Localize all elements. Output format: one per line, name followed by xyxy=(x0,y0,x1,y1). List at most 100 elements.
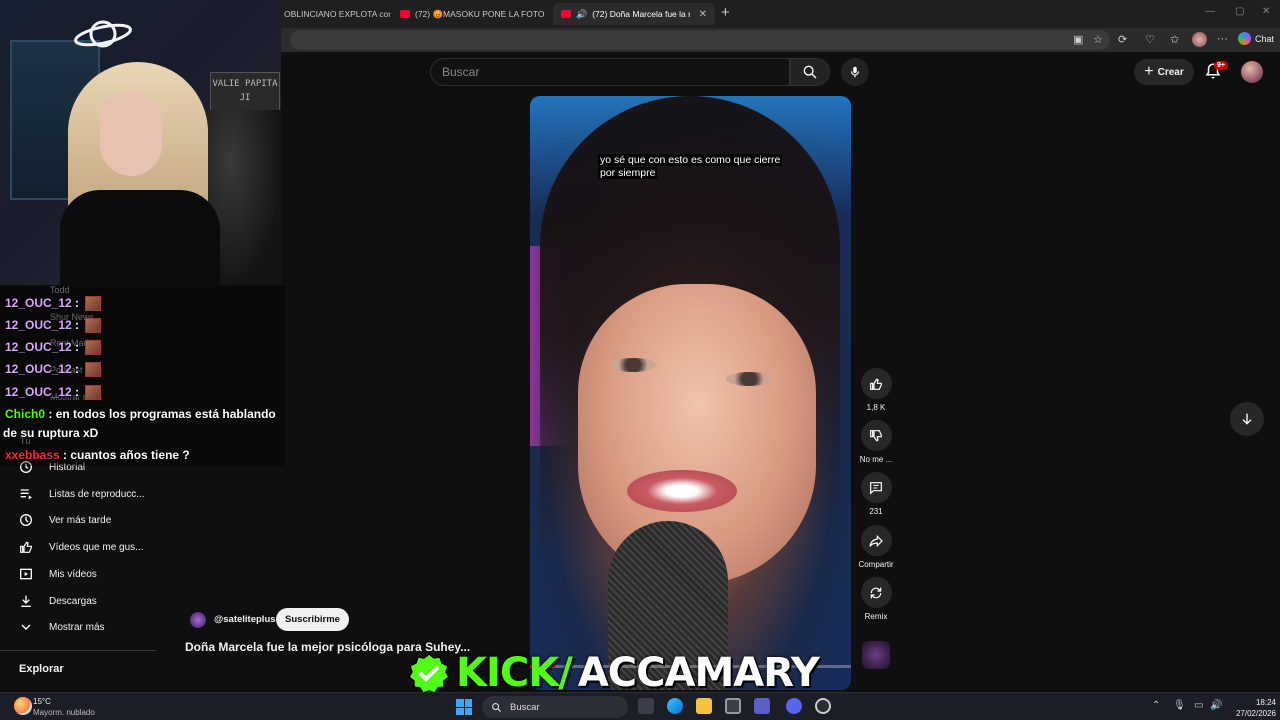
thumbs-down-icon xyxy=(870,429,882,441)
search-icon xyxy=(803,65,817,79)
chat-emote xyxy=(85,362,102,378)
extensions-icon[interactable]: ⟳ xyxy=(1118,33,1127,46)
notification-badge: 9+ xyxy=(1214,61,1228,70)
browser-tab-active[interactable]: 🔊 (72) Doña Marcela fue la mejo... ✕ xyxy=(553,3,715,25)
obs-icon[interactable] xyxy=(815,698,831,714)
store-icon[interactable] xyxy=(725,698,741,714)
search-input[interactable]: Buscar xyxy=(430,58,790,86)
youtube-favicon-icon xyxy=(400,10,410,18)
next-short-button[interactable] xyxy=(1230,402,1264,436)
video-person-mouth xyxy=(627,470,737,512)
weather-description: Mayorm. nublado xyxy=(33,708,95,717)
taskbar-search[interactable]: Buscar xyxy=(482,696,628,718)
address-bar[interactable] xyxy=(290,30,1110,50)
chat-emote xyxy=(85,385,102,401)
new-tab-button[interactable]: + xyxy=(721,4,730,21)
streamer-body xyxy=(60,190,220,285)
faded-sidebar-text: Todd xyxy=(50,285,70,295)
speaker-icon[interactable]: 🔊 xyxy=(576,9,587,20)
dislike-label: No me ... xyxy=(859,455,893,464)
tab-title: OBLINCIANO EXPLOTA cont... xyxy=(284,9,390,19)
profile-avatar[interactable] xyxy=(1192,32,1207,47)
browser-tab[interactable]: (72) 😡MASOKU PONE LA FOTO ✕ xyxy=(392,3,552,25)
chat-text: de su ruptura xD xyxy=(3,426,99,440)
volume-icon[interactable]: 🔊 xyxy=(1210,700,1222,711)
more-menu-icon[interactable]: ··· xyxy=(1217,33,1228,45)
file-explorer-icon[interactable] xyxy=(696,698,712,714)
like-icon xyxy=(20,541,32,553)
streamer-webcam: VALIE PAPITA JI xyxy=(0,0,281,285)
chat-message: 12_OUC_12 : xyxy=(5,296,102,312)
sound-thumbnail[interactable] xyxy=(862,641,890,669)
search-icon xyxy=(492,702,502,712)
channel-avatar[interactable] xyxy=(190,612,206,628)
dislike-button[interactable]: No me ... xyxy=(858,420,894,464)
sidebar-item-label: Descargas xyxy=(49,595,97,607)
download-icon xyxy=(21,595,31,607)
weather-icon[interactable] xyxy=(14,697,32,715)
favorite-star-icon[interactable]: ☆ xyxy=(1093,33,1103,46)
subscribe-button[interactable]: Suscribirme xyxy=(276,608,349,631)
microphone-icon xyxy=(850,66,860,78)
tab-title: (72) Doña Marcela fue la mejo... xyxy=(592,9,689,19)
close-tab-icon[interactable]: ✕ xyxy=(699,9,707,20)
comments-button[interactable]: 231 xyxy=(858,472,894,516)
sidebar-item-my-videos[interactable]: Mis vídeos xyxy=(18,563,97,585)
youtube-favicon-icon xyxy=(561,10,571,18)
subtitle-text: yo sé que con esto es como que cierre po… xyxy=(598,154,783,179)
sidebar-item-label: Ver más tarde xyxy=(49,514,112,526)
copilot-chat-button[interactable]: Chat xyxy=(1238,32,1274,45)
teams-icon[interactable] xyxy=(754,698,770,714)
search-button[interactable] xyxy=(790,58,830,86)
taskbar-clock[interactable]: 18:24 27/02/2026 xyxy=(1226,697,1276,719)
network-icon[interactable]: ▭ xyxy=(1194,700,1203,711)
sidebar-item-show-more[interactable]: Mostrar más xyxy=(18,616,105,638)
chat-message: 12_OUC_12 : xyxy=(5,340,102,356)
clock-icon xyxy=(20,514,32,526)
thumbs-up-icon xyxy=(870,378,882,390)
start-button[interactable] xyxy=(456,699,472,715)
taskbar-search-label: Buscar xyxy=(510,701,540,713)
sidebar-item-label: Mostrar más xyxy=(49,621,105,633)
sidebar-item-playlists[interactable]: Listas de reproducc... xyxy=(18,483,145,505)
browser-essentials-icon[interactable]: ♡ xyxy=(1145,33,1155,46)
task-view-icon[interactable] xyxy=(638,698,654,714)
split-screen-icon[interactable]: ▣ xyxy=(1073,33,1083,46)
chat-emote xyxy=(85,318,102,334)
edge-browser-icon[interactable] xyxy=(667,698,683,714)
short-video-player[interactable]: yo sé que con esto es como que cierre po… xyxy=(530,96,851,690)
maximize-icon[interactable]: ▢ xyxy=(1235,6,1244,17)
watermark-channel: ACCAMARY xyxy=(577,650,820,696)
channel-name[interactable]: @sateliteplus xyxy=(214,614,276,625)
like-button[interactable]: 1,8 K xyxy=(858,368,894,412)
close-window-icon[interactable]: ✕ xyxy=(1262,6,1270,17)
sidebar-divider xyxy=(0,650,156,651)
share-icon xyxy=(869,534,883,547)
discord-icon[interactable] xyxy=(786,698,802,714)
sidebar-item-watch-later[interactable]: Ver más tarde xyxy=(18,509,111,531)
sidebar-item-label: Mis vídeos xyxy=(49,568,97,580)
favorites-icon[interactable]: ✩ xyxy=(1170,33,1179,46)
like-count: 1,8 K xyxy=(866,403,886,412)
neon-planet-icon xyxy=(74,20,132,48)
share-button[interactable]: Compartir xyxy=(858,525,894,569)
minimize-icon[interactable]: — xyxy=(1205,6,1215,17)
chat-username: 12_OUC_12 xyxy=(5,318,72,332)
create-button[interactable]: + Crear xyxy=(1134,59,1194,85)
voice-search-button[interactable] xyxy=(841,58,869,86)
share-label: Compartir xyxy=(858,560,894,569)
comment-count: 231 xyxy=(869,507,883,516)
browser-tab[interactable]: OBLINCIANO EXPLOTA cont... ✕ xyxy=(276,3,390,25)
watermark-platform: KICK/ xyxy=(456,650,573,696)
chat-username: xxebbass xyxy=(5,448,60,462)
sidebar-item-downloads[interactable]: Descargas xyxy=(18,590,97,612)
microphone-tray-icon[interactable]: 🎙 xyxy=(1173,700,1186,711)
plus-icon: + xyxy=(1144,63,1154,80)
account-avatar[interactable] xyxy=(1241,61,1263,83)
sidebar-item-label: Listas de reproducc... xyxy=(49,488,145,500)
chat-message: 12_OUC_12 : xyxy=(5,362,102,378)
sidebar-item-liked-videos[interactable]: Vídeos que me gus... xyxy=(18,536,144,558)
remix-button[interactable]: Remix xyxy=(858,577,894,621)
tray-overflow-icon[interactable]: ⌃ xyxy=(1152,700,1160,711)
chat-emote xyxy=(85,296,102,312)
